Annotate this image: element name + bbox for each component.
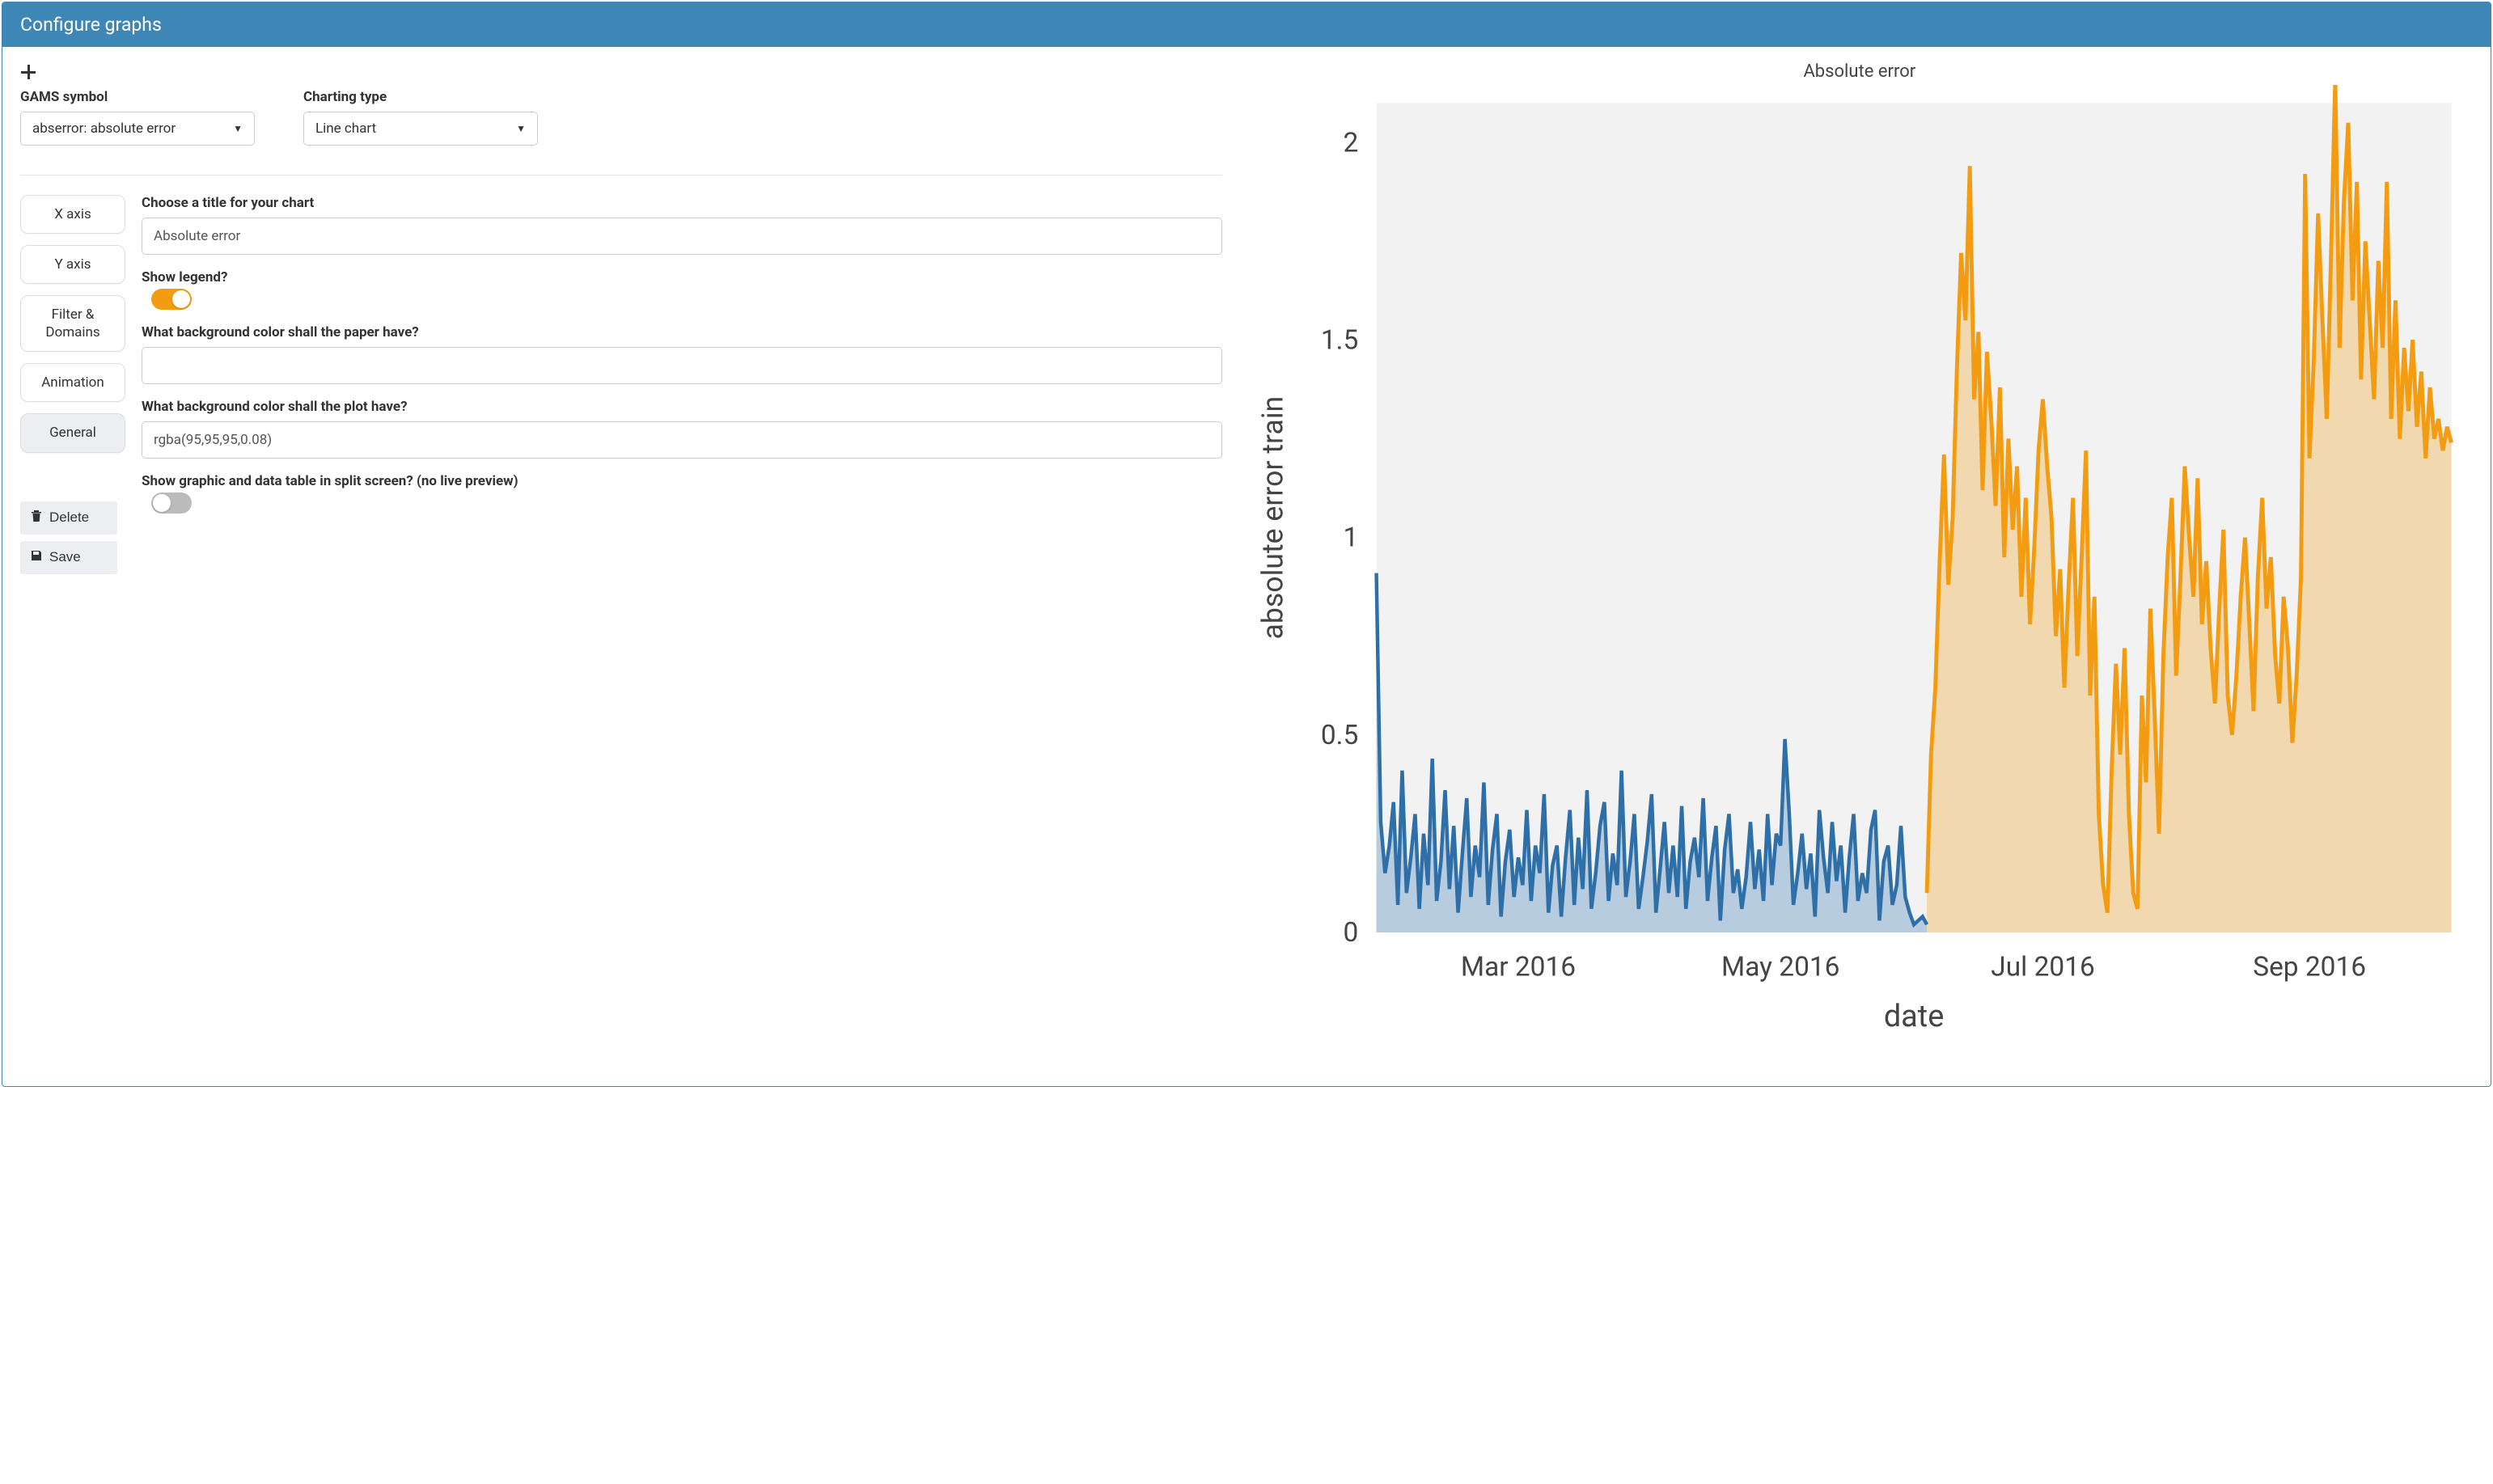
chart-title-label: Choose a title for your chart [142,195,1222,211]
delete-label: Delete [49,509,89,526]
show-legend-toggle[interactable] [151,289,192,310]
svg-text:absolute error train: absolute error train [1255,396,1289,640]
tab-filter-domains[interactable]: Filter & Domains [20,295,125,352]
paper-bg-label: What background color shall the paper ha… [142,324,1222,340]
svg-text:May 2016: May 2016 [1721,952,1839,983]
trash-icon [30,509,43,526]
save-icon [30,549,43,566]
svg-text:1: 1 [1343,522,1358,554]
plot-bg-input[interactable] [142,421,1222,459]
svg-text:Jul 2016: Jul 2016 [1991,952,2094,983]
add-graph-button[interactable] [20,61,1222,84]
save-button[interactable]: Save [20,541,117,574]
plot-bg-label: What background color shall the plot hav… [142,399,1222,415]
svg-text:0.5: 0.5 [1321,720,1358,751]
gams-symbol-label: GAMS symbol [20,89,255,105]
tab-general[interactable]: General [20,413,125,452]
dialog-title: Configure graphs [2,2,2491,47]
charting-type-label: Charting type [303,89,538,105]
charting-type-value: Line chart [315,120,376,137]
delete-button[interactable]: Delete [20,501,117,535]
chart-title-input[interactable] [142,218,1222,255]
chevron-down-icon: ▼ [233,123,243,134]
line-chart: 0 0.5 1 1.5 2 Mar 2016 May 2016 Jul 2016 Sep 201… [1246,85,2473,1059]
chevron-down-icon: ▼ [516,123,526,134]
tab-x-axis[interactable]: X axis [20,195,125,234]
charting-type-select[interactable]: Line chart ▼ [303,112,538,146]
svg-text:0: 0 [1343,917,1358,949]
svg-text:date: date [1883,999,1943,1034]
chart-preview: Absolute error 0 0.5 1 1.5 2 Mar 2016 May 2016… [1246,61,2473,1062]
svg-text:2: 2 [1343,127,1358,159]
tab-y-axis[interactable]: Y axis [20,245,125,284]
svg-text:1.5: 1.5 [1321,325,1358,357]
svg-text:Mar 2016: Mar 2016 [1461,952,1576,983]
paper-bg-input[interactable] [142,347,1222,384]
show-legend-label: Show legend? [142,269,1222,285]
save-label: Save [49,549,81,565]
gams-symbol-select[interactable]: abserror: absolute error ▼ [20,112,255,146]
gams-symbol-value: abserror: absolute error [32,120,176,137]
svg-text:Sep 2016: Sep 2016 [2253,952,2366,983]
split-screen-label: Show graphic and data table in split scr… [142,473,1222,489]
chart-title: Absolute error [1246,61,2473,82]
tab-animation[interactable]: Animation [20,363,125,402]
split-screen-toggle[interactable] [151,493,192,514]
